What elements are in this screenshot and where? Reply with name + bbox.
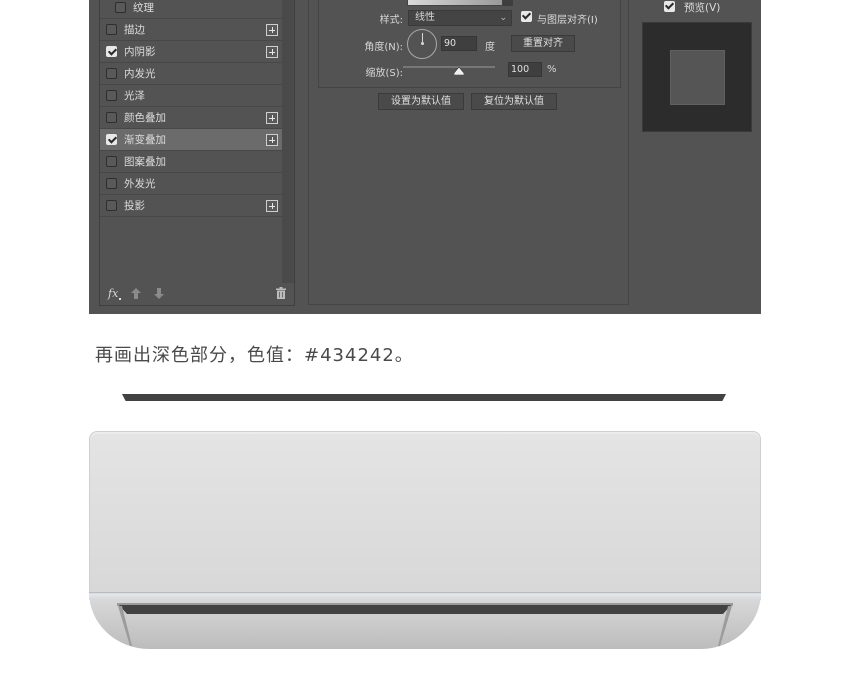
fx-menu-indicator <box>119 298 121 300</box>
gradient-dropdown-button[interactable] <box>503 0 513 6</box>
reset-default-button[interactable]: 复位为默认值 <box>471 93 557 110</box>
checkbox-icon[interactable] <box>106 90 117 101</box>
chevron-down-icon: ⌄ <box>499 13 507 23</box>
set-default-button[interactable]: 设置为默认值 <box>378 93 464 110</box>
style-select-value: 线性 <box>415 12 435 23</box>
scale-input[interactable]: 100 <box>508 62 542 77</box>
dark-part-shape <box>122 394 726 401</box>
checkbox-icon[interactable] <box>106 156 117 167</box>
style-list-item[interactable]: 内阴影 <box>100 41 282 63</box>
style-list-item[interactable]: 渐变叠加 <box>100 129 282 151</box>
style-list-item[interactable]: 图案叠加 <box>100 151 282 173</box>
arrow-up-icon[interactable] <box>131 288 141 299</box>
angle-input[interactable]: 90 <box>441 36 477 51</box>
add-style-plus-icon[interactable] <box>266 24 278 36</box>
style-list-scrollbar[interactable] <box>282 0 294 283</box>
ac-bottom-panel <box>89 592 761 649</box>
align-with-layer-label: 与图层对齐(I) <box>537 15 598 26</box>
ac-bottom-highlight <box>89 594 761 600</box>
gradient-group: 样式: 线性 ⌄ 与图层对齐(I) 角度(N): 90 度 重置对齐 缩放(S)… <box>318 0 621 88</box>
ac-top-panel <box>89 431 761 593</box>
ac-vent-edge-right <box>718 606 732 646</box>
style-list-item[interactable]: 内发光 <box>100 63 282 85</box>
caption-suffix: 。 <box>394 345 414 366</box>
style-list-item-label: 外发光 <box>124 178 156 190</box>
angle-unit: 度 <box>485 42 495 53</box>
style-list-item-label: 渐变叠加 <box>124 134 166 146</box>
style-list-item[interactable]: 纹理 <box>100 0 282 19</box>
preview-label: 预览(V) <box>684 2 721 14</box>
style-list-item[interactable]: 颜色叠加 <box>100 107 282 129</box>
angle-dial[interactable] <box>407 29 437 59</box>
style-list: 纹理描边内阴影内发光光泽颜色叠加渐变叠加图案叠加外发光投影 <box>100 0 284 284</box>
preview-thumbnail <box>642 22 752 132</box>
add-style-plus-icon[interactable] <box>266 200 278 212</box>
scale-label: 缩放(S): <box>365 68 403 79</box>
checkbox-icon[interactable] <box>521 11 532 22</box>
style-list-item-label: 光泽 <box>124 90 145 102</box>
style-list-item-label: 图案叠加 <box>124 156 166 168</box>
style-list-item-label: 描边 <box>124 24 145 36</box>
checkbox-icon[interactable] <box>106 68 117 79</box>
checkbox-icon[interactable] <box>115 2 126 13</box>
ac-vent-dark <box>119 605 731 614</box>
air-conditioner-illustration <box>89 431 761 651</box>
arrow-down-icon[interactable] <box>154 288 164 299</box>
gradient-overlay-settings: 样式: 线性 ⌄ 与图层对齐(I) 角度(N): 90 度 重置对齐 缩放(S)… <box>308 0 629 305</box>
caption-color-value: #434242 <box>304 345 395 366</box>
style-select[interactable]: 线性 ⌄ <box>408 10 512 26</box>
ac-vent-edge-left <box>118 606 132 646</box>
style-list-item[interactable]: 外发光 <box>100 173 282 195</box>
reset-align-button[interactable]: 重置对齐 <box>511 35 575 52</box>
checkbox-icon[interactable] <box>664 1 675 12</box>
fx-icon[interactable]: fx <box>108 287 118 300</box>
style-list-item[interactable]: 光泽 <box>100 85 282 107</box>
style-list-item-label: 投影 <box>124 200 145 212</box>
style-list-panel: 纹理描边内阴影内发光光泽颜色叠加渐变叠加图案叠加外发光投影 fx <box>99 0 295 306</box>
preview-swatch <box>670 50 725 105</box>
checkbox-icon[interactable] <box>106 200 117 211</box>
add-style-plus-icon[interactable] <box>266 46 278 58</box>
scale-unit: % <box>547 64 557 75</box>
style-label: 样式: <box>379 15 403 26</box>
style-panel-footer: fx <box>100 284 294 306</box>
checkbox-icon[interactable] <box>106 134 117 145</box>
caption-text: 再画出深色部分，色值： <box>95 345 304 366</box>
gradient-preview-swatch[interactable] <box>407 0 503 6</box>
scale-slider-thumb[interactable] <box>454 67 464 75</box>
style-list-item-label: 颜色叠加 <box>124 112 166 124</box>
checkbox-icon[interactable] <box>106 46 117 57</box>
layer-style-dialog: 纹理 描边 内阴影 内发光 光泽 颜色叠加 渐变叠加 图案叠加 外发光 投影 fx 样 <box>89 0 761 314</box>
style-list-item-label: 内发光 <box>124 68 156 80</box>
style-list-item[interactable]: 投影 <box>100 195 282 217</box>
add-style-plus-icon[interactable] <box>266 134 278 146</box>
style-list-item[interactable]: 描边 <box>100 19 282 41</box>
style-list-item-label: 内阴影 <box>124 46 156 58</box>
trash-icon[interactable] <box>276 287 286 299</box>
add-style-plus-icon[interactable] <box>266 112 278 124</box>
angle-label: 角度(N): <box>364 42 403 53</box>
checkbox-icon[interactable] <box>106 24 117 35</box>
style-list-item-label: 纹理 <box>133 2 154 14</box>
scale-slider-track[interactable] <box>403 66 495 68</box>
checkbox-icon[interactable] <box>106 178 117 189</box>
checkbox-icon[interactable] <box>106 112 117 123</box>
step-caption: 再画出深色部分，色值：#434242。 <box>95 341 414 367</box>
